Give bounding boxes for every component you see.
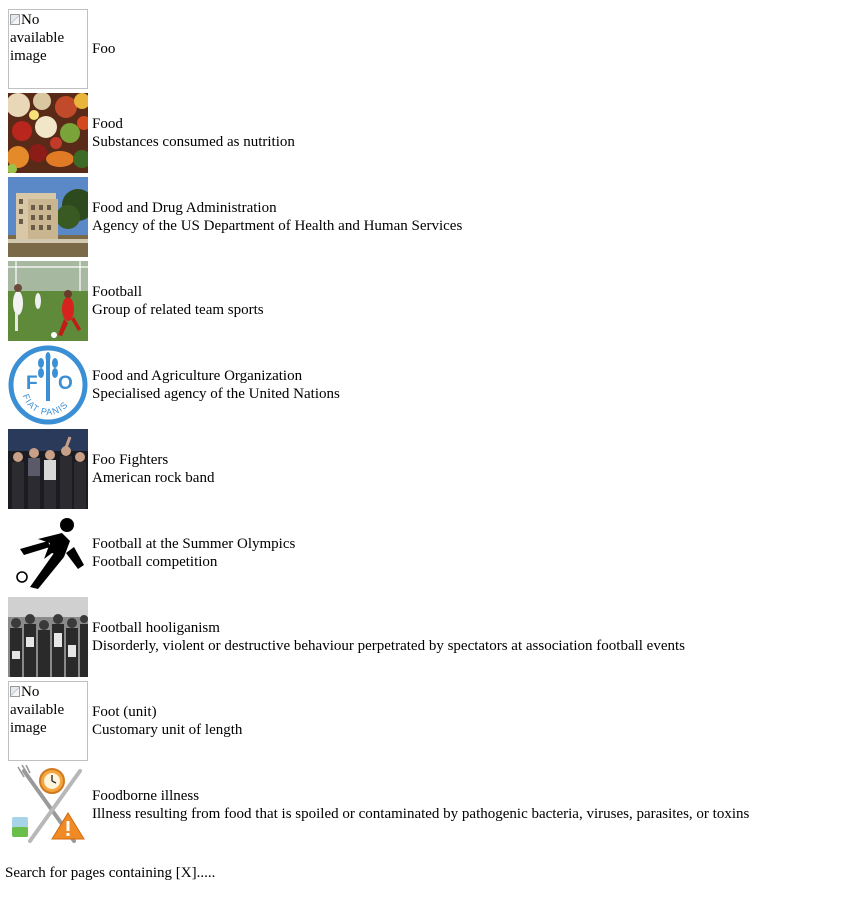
result-title[interactable]: Football at the Summer Olympics	[92, 535, 295, 553]
result-description: Agency of the US Department of Health an…	[92, 218, 463, 234]
result-description: Substances consumed as nutrition	[92, 134, 295, 150]
result-description: Disorderly, violent or destructive behav…	[92, 638, 686, 654]
result-description: Specialised agency of the United Nations	[92, 386, 340, 402]
result-text: Food Substances consumed as nutrition	[92, 115, 295, 151]
result-title[interactable]: Food and Drug Administration	[92, 199, 462, 217]
result-title[interactable]: Foo	[92, 40, 115, 58]
broken-image-icon: No available image	[8, 9, 88, 89]
football-match-photo-icon	[8, 261, 88, 341]
result-item-foodborne-illness[interactable]: Foodborne illness Illness resulting from…	[8, 765, 838, 845]
result-description: Customary unit of length	[92, 722, 243, 738]
result-text: Foo	[92, 40, 115, 58]
result-description: Football competition	[92, 554, 218, 570]
result-title[interactable]: Football hooliganism	[92, 619, 685, 637]
result-description: Illness resulting from food that is spoi…	[92, 806, 750, 822]
result-text: Football at the Summer Olympics Football…	[92, 535, 295, 571]
building-photo-icon	[8, 177, 88, 257]
result-text: Foo Fighters American rock band	[92, 451, 214, 487]
result-description: Group of related team sports	[92, 302, 264, 318]
food-photo-icon	[8, 93, 88, 173]
broken-image-glyph	[10, 14, 20, 25]
result-item-football[interactable]: Football Group of related team sports	[8, 261, 838, 341]
result-text: Foot (unit) Customary unit of length	[92, 703, 242, 739]
result-item-food[interactable]: Food Substances consumed as nutrition	[8, 93, 838, 173]
search-results-list: No available image Foo Food Substances c…	[8, 9, 838, 849]
result-item-football-hooliganism[interactable]: Football hooliganism Disorderly, violent…	[8, 597, 838, 677]
result-text: Football hooliganism Disorderly, violent…	[92, 619, 685, 655]
result-text: Food and Agriculture Organization Specia…	[92, 367, 340, 403]
fao-letter-f: F	[26, 373, 38, 394]
result-title[interactable]: Foo Fighters	[92, 451, 214, 469]
foodborne-illness-icon	[8, 765, 88, 845]
crowd-photo-icon	[8, 597, 88, 677]
result-title[interactable]: Food	[92, 115, 295, 133]
search-pages-link[interactable]: Search for pages containing [X].....	[5, 864, 215, 882]
result-item-foo[interactable]: No available image Foo	[8, 9, 838, 89]
broken-image-icon: No available image	[8, 681, 88, 761]
result-item-foot-unit[interactable]: No available image Foot (unit) Customary…	[8, 681, 838, 761]
result-text: Food and Drug Administration Agency of t…	[92, 199, 462, 235]
broken-image-glyph	[10, 686, 20, 697]
result-text: Football Group of related team sports	[92, 283, 264, 319]
result-text: Foodborne illness Illness resulting from…	[92, 787, 749, 823]
result-description: American rock band	[92, 470, 215, 486]
result-item-fao[interactable]: F O FIAT PANIS Food and Agriculture Orga…	[8, 345, 838, 425]
result-title[interactable]: Football	[92, 283, 264, 301]
result-title[interactable]: Foodborne illness	[92, 787, 749, 805]
olympic-football-pictogram-icon	[8, 513, 88, 593]
result-title[interactable]: Food and Agriculture Organization	[92, 367, 340, 385]
result-item-football-olympics[interactable]: Football at the Summer Olympics Football…	[8, 513, 838, 593]
fao-letter-o: O	[58, 373, 73, 394]
band-photo-icon	[8, 429, 88, 509]
result-title[interactable]: Foot (unit)	[92, 703, 242, 721]
fao-logo-icon: F O FIAT PANIS	[8, 345, 88, 425]
result-item-foo-fighters[interactable]: Foo Fighters American rock band	[8, 429, 838, 509]
result-item-food-and-drug-administration[interactable]: Food and Drug Administration Agency of t…	[8, 177, 838, 257]
